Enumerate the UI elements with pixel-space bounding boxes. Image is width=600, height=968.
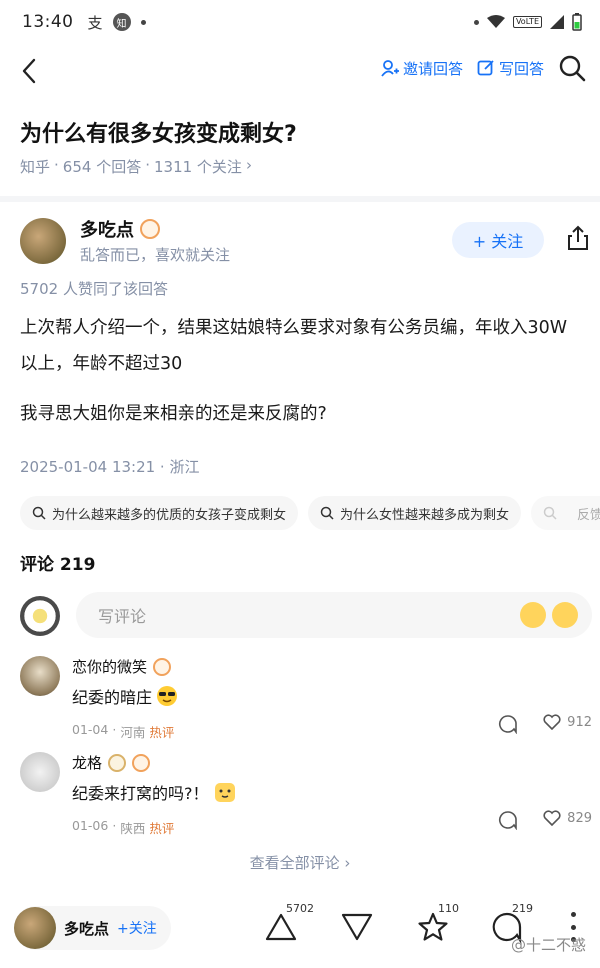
post-timestamp: 2025-01-04 13:21 · 浙江: [20, 458, 200, 476]
commenter-name[interactable]: 恋你的微笑: [72, 656, 147, 677]
comment-date: 01-04: [72, 722, 109, 737]
related-searches: 为什么越来越多的优质的女孩子变成剩女 为什么女性越来越多成为剩女 反馈: [20, 496, 600, 532]
answer-paragraph: 我寻思大姐你是来相亲的还是来反腐的?: [20, 404, 327, 424]
status-time: 13:40: [22, 12, 74, 32]
favorite-count: 110: [438, 902, 459, 915]
question-title[interactable]: 为什么有很多女孩变成剩女?: [20, 116, 297, 148]
dog-emoji-icon: [214, 783, 235, 802]
commenter-level-icon: [108, 753, 127, 772]
comment-location: 陕西: [120, 821, 146, 836]
zhihu-notification-icon: 知: [112, 13, 131, 31]
downvote-icon[interactable]: [340, 910, 374, 944]
answer-content: 上次帮人介绍一个，结果这姑娘特么要求对象有公务员编，年收入30W以上，年龄不超过…: [20, 310, 580, 446]
emoji-happy-icon[interactable]: [520, 602, 546, 628]
star-icon[interactable]: [416, 910, 450, 944]
answer-author-header: 多吃点 乱答而已，喜欢就关注 + 关注: [20, 216, 592, 268]
answer-paragraph: 上次帮人介绍一个，结果这姑娘特么要求对象有公务员编，年收入30W以上，年龄不超过…: [20, 318, 568, 374]
signal-icon: [550, 15, 564, 29]
comment-count: 219: [512, 902, 533, 915]
commenter-avatar[interactable]: [20, 656, 60, 696]
search-icon[interactable]: [558, 54, 586, 82]
see-all-comments-link[interactable]: 查看全部评论 ›: [0, 852, 600, 873]
search-icon: [543, 506, 557, 520]
sunglasses-emoji-icon: [157, 686, 178, 706]
comment-text: 纪委来打窝的吗?！: [72, 784, 209, 803]
author-bio: 乱答而已，喜欢就关注: [80, 246, 231, 264]
reply-icon[interactable]: [498, 810, 518, 830]
follower-count: 1311 个关注: [153, 158, 242, 176]
comment-location: 河南: [120, 725, 146, 740]
invite-answer-button[interactable]: 邀请回答: [381, 58, 463, 79]
watermark: @十二不惑: [510, 936, 586, 954]
comment-input[interactable]: 写评论: [76, 592, 592, 638]
dot-icon: [473, 19, 479, 25]
search-icon: [32, 506, 46, 520]
hot-comment-tag: 热评: [149, 821, 175, 836]
comment-item: 龙格 纪委来打窝的吗?！ 01-06 · 陕西 热评 829: [20, 752, 592, 836]
battery-icon: [572, 13, 582, 31]
upvote-icon[interactable]: [264, 910, 298, 944]
my-avatar: [20, 596, 60, 636]
reply-icon[interactable]: [498, 714, 518, 734]
bottom-action-bar: 多吃点 +关注 5702 110 219 @十二不惑: [0, 888, 600, 968]
top-nav: 邀请回答 写回答: [0, 48, 600, 94]
bottom-author-name: 多吃点: [64, 919, 110, 938]
notification-dot-icon: [140, 19, 146, 25]
write-answer-label: 写回答: [498, 59, 544, 78]
comment-input-row: 写评论: [20, 592, 592, 640]
like-button[interactable]: 829: [543, 810, 592, 826]
author-badge-icon: [140, 219, 160, 239]
like-button[interactable]: 912: [543, 714, 592, 730]
commenter-badge-icon: [153, 657, 172, 676]
chevron-right-icon: ›: [245, 156, 252, 174]
comment-date: 01-06: [72, 818, 109, 833]
hot-comment-tag: 热评: [149, 725, 175, 740]
commenter-avatar[interactable]: [20, 752, 60, 792]
edit-icon: [477, 60, 494, 76]
comment-text: 纪委的暗庄: [72, 688, 153, 707]
commenter-name[interactable]: 龙格: [72, 752, 102, 773]
write-answer-button[interactable]: 写回答: [477, 58, 544, 79]
like-count: 912: [567, 714, 592, 730]
wifi-icon: [486, 15, 505, 28]
author-name[interactable]: 多吃点: [80, 216, 134, 242]
answer-count: 654 个回答: [62, 158, 142, 176]
invite-user-icon: [381, 60, 399, 77]
section-divider: [0, 196, 600, 202]
share-icon[interactable]: [564, 224, 592, 252]
related-search-chip[interactable]: 为什么女性越来越多成为剩女: [308, 496, 522, 530]
upvote-summary: 5702 人赞同了该回答: [20, 280, 168, 298]
bottom-follow-button[interactable]: +关注: [117, 918, 157, 938]
heart-icon: [543, 810, 561, 826]
like-count: 829: [567, 810, 592, 826]
question-meta[interactable]: 知乎 · 654 个回答 · 1311 个关注 ›: [20, 156, 252, 177]
upvote-count: 5702: [286, 902, 314, 915]
emoji-smile-icon[interactable]: [552, 602, 578, 628]
volte-icon: VoLTE: [512, 16, 542, 28]
bottom-author-chip[interactable]: 多吃点 +关注: [14, 906, 171, 950]
follow-button[interactable]: + 关注: [452, 222, 544, 258]
app-notification-icon: ⽀: [87, 13, 103, 32]
search-icon: [320, 506, 334, 520]
feedback-chip[interactable]: 反馈: [531, 496, 600, 530]
heart-icon: [543, 714, 561, 730]
comment-item: 恋你的微笑 纪委的暗庄 01-04 · 河南 热评 912: [20, 656, 592, 740]
commenter-badge-icon: [132, 753, 151, 772]
related-search-chip[interactable]: 为什么越来越多的优质的女孩子变成剩女: [20, 496, 299, 530]
back-arrow-icon[interactable]: [16, 56, 44, 86]
status-bar: 13:40 ⽀ 知 VoLTE: [0, 0, 600, 44]
comments-title: 评论 219: [20, 555, 96, 575]
question-source: 知乎: [20, 158, 51, 176]
author-avatar: [14, 907, 56, 949]
invite-answer-label: 邀请回答: [402, 59, 463, 78]
author-avatar[interactable]: [20, 218, 66, 264]
